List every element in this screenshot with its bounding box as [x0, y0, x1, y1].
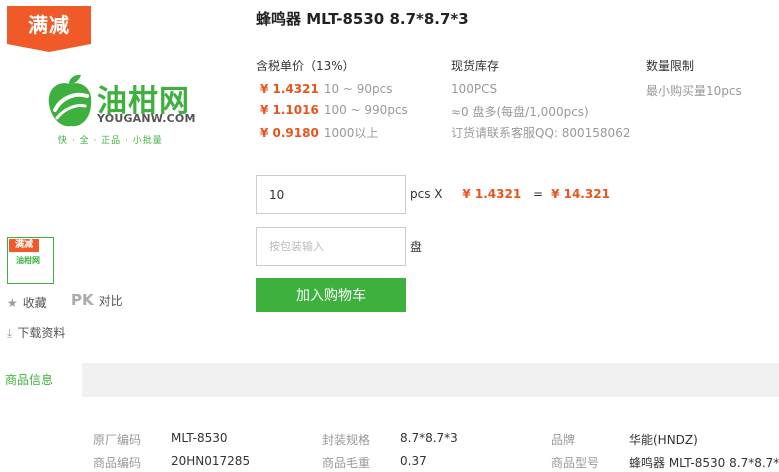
price-tier: ¥ 1.1016 100 ~ 990pcs [260, 103, 408, 117]
tier-price: ¥ 1.4321 [260, 82, 319, 96]
spec-key: 封装规格 [322, 433, 371, 447]
price-header: 含税单价（13%） [256, 59, 355, 73]
total-price: ¥ 14.321 [551, 187, 610, 201]
quantity-input[interactable] [256, 175, 406, 214]
package-unit-label: 盘 [410, 240, 423, 254]
tier-range: 10 ~ 90pcs [323, 82, 393, 96]
package-quantity-input[interactable] [256, 227, 406, 266]
compare-button[interactable]: PK 对比 [71, 291, 123, 309]
brand-slogan: 快 · 全 · 正品 · 小批量 [58, 136, 163, 146]
price-tier: ¥ 0.9180 1000以上 [260, 124, 378, 141]
spec-key: 商品编码 [93, 456, 142, 470]
tier-price: ¥ 0.9180 [260, 126, 319, 140]
add-to-cart-button[interactable]: 加入购物车 [256, 278, 406, 312]
price-tier: ¥ 1.4321 10 ~ 90pcs [260, 82, 393, 96]
quantity-unit-label: pcs X [410, 187, 443, 201]
spec-value: MLT-8530 [171, 431, 228, 445]
tier-range: 1000以上 [323, 126, 379, 140]
spec-value: 0.37 [400, 454, 427, 468]
stock-reels: ≈0 盘多(每盘/1,000pcs) [451, 105, 589, 119]
spec-value: 20HN017285 [171, 454, 251, 468]
favorite-button[interactable]: ★ 收藏 [7, 294, 47, 311]
thumbnail-logo: 油柑网 [16, 256, 40, 265]
promo-ribbon: 满减 [7, 6, 91, 52]
pk-icon: PK [71, 291, 94, 309]
detail-tab-strip: 商品信息 [0, 363, 779, 397]
spec-value: 8.7*8.7*3 [400, 431, 458, 445]
stock-quantity: 100PCS [451, 82, 498, 96]
download-label: 下载资料 [17, 326, 66, 340]
download-datasheet-link[interactable]: ⤓ 下载资料 [7, 324, 65, 341]
product-thumbnail[interactable]: 满减 油柑网 [7, 237, 54, 284]
stock-contact: 订货请联系客服QQ: 800158062 [451, 126, 631, 140]
promo-badge-label: 满减 [28, 13, 70, 37]
tab-product-info[interactable]: 商品信息 [0, 363, 82, 397]
min-order-quantity: 最小购买量10pcs [646, 84, 742, 98]
thumbnail-promo-badge: 满减 [9, 239, 39, 252]
tier-price: ¥ 1.1016 [260, 103, 319, 117]
spec-value: 华能(HNDZ) [629, 433, 698, 447]
spec-key: 原厂编码 [93, 433, 142, 447]
spec-key: 商品型号 [551, 456, 600, 470]
compare-label: 对比 [98, 294, 123, 308]
brand-logo[interactable]: 油柑网 YOUGANW.COM 快 · 全 · 正品 · 小批量 [45, 72, 195, 150]
equals-sign: = [533, 187, 544, 201]
spec-key: 品牌 [551, 433, 576, 447]
spec-value: 蜂鸣器 MLT-8530 8.7*8.7*3 [629, 456, 779, 470]
brand-name-en: YOUGANW.COM [97, 112, 196, 125]
tier-range: 100 ~ 990pcs [323, 103, 408, 117]
limit-header: 数量限制 [646, 59, 695, 73]
product-title: 蜂鸣器 MLT-8530 8.7*8.7*3 [256, 10, 469, 28]
price-calculation: pcs X ¥ 1.4321 = ¥ 14.321 [410, 187, 610, 201]
unit-price: ¥ 1.4321 [462, 187, 522, 201]
download-icon: ⤓ [7, 326, 13, 340]
star-icon: ★ [7, 296, 18, 310]
apple-leaf-icon [48, 74, 92, 127]
stock-header: 现货库存 [451, 59, 500, 73]
favorite-label: 收藏 [22, 296, 47, 310]
spec-key: 商品毛重 [322, 456, 371, 470]
